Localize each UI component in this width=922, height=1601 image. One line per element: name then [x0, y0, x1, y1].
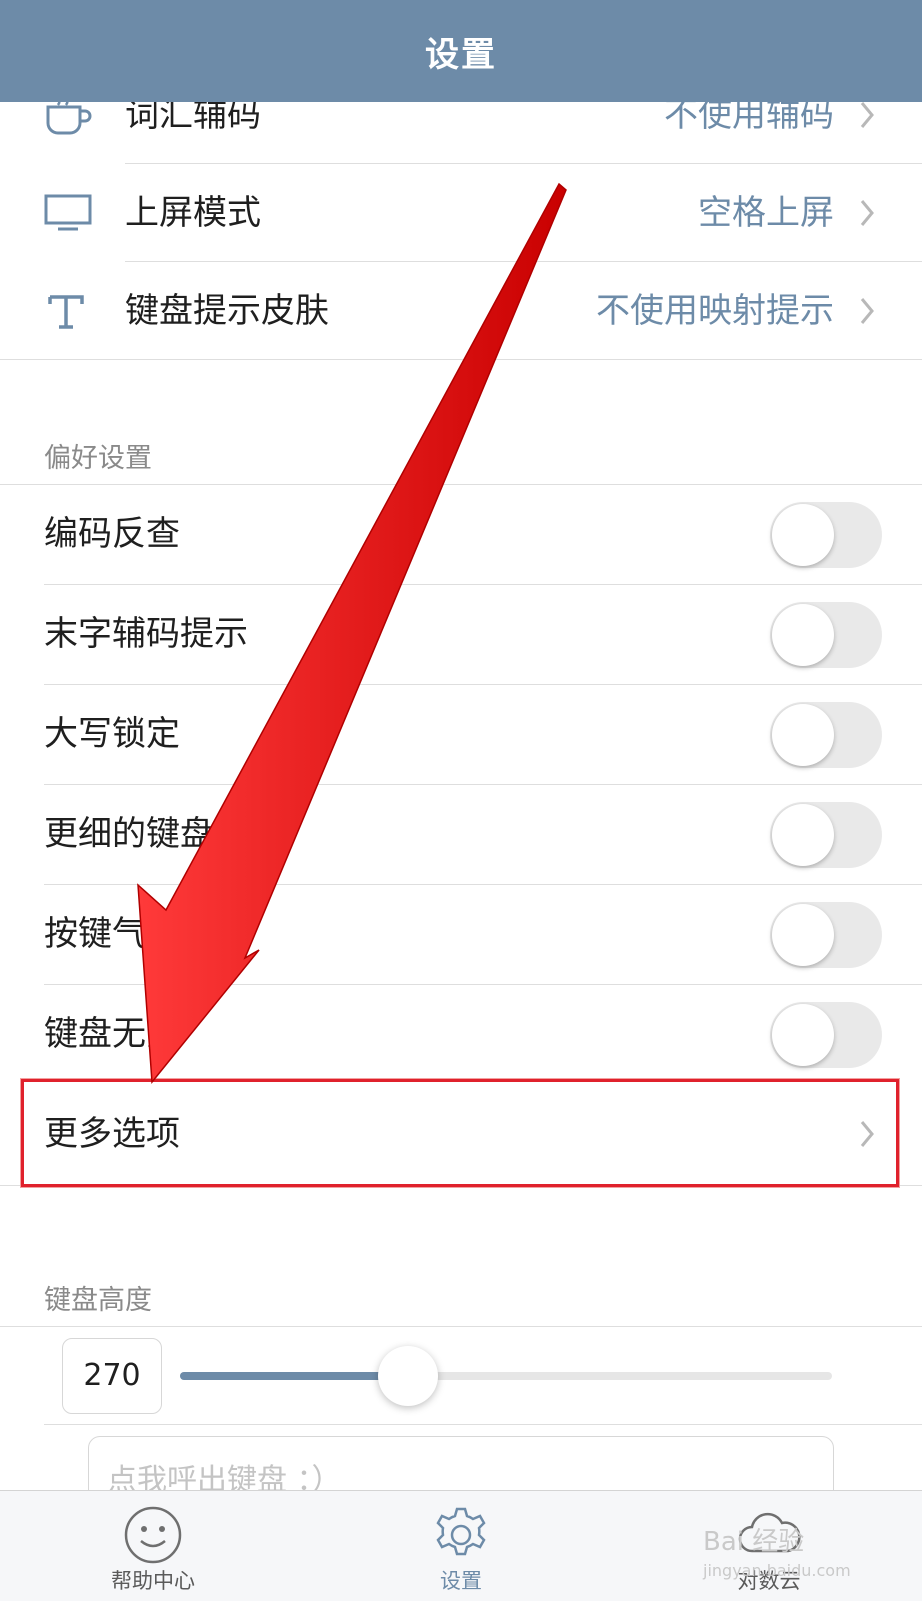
pref-label: 编码反查: [44, 514, 180, 554]
row-label: 键盘提示皮肤: [125, 291, 329, 331]
watermark-logo: Bai 经验 jingyan.baidu.com: [695, 1500, 895, 1590]
settings-row-keyboard-hint-skin[interactable]: 键盘提示皮肤 不使用映射提示: [0, 262, 922, 360]
toggle-switch[interactable]: [770, 602, 882, 668]
pref-row-caps-lock: 大写锁定: [0, 685, 922, 784]
settings-row-commit-mode[interactable]: 上屏模式 空格上屏: [0, 164, 922, 262]
row-value: 空格上屏: [698, 193, 834, 233]
navigation-header: 设置: [0, 0, 922, 102]
tab-help-center[interactable]: 帮助中心: [53, 1491, 253, 1601]
toggle-knob: [772, 704, 834, 766]
tab-label: 设置: [440, 1569, 482, 1593]
pref-label: 大写锁定: [44, 714, 180, 754]
more-options-label: 更多选项: [44, 1114, 180, 1154]
toggle-switch[interactable]: [770, 802, 882, 868]
divider: [0, 1185, 922, 1186]
toggle-knob: [772, 504, 834, 566]
toggle-switch[interactable]: [770, 1002, 882, 1068]
slider-fill: [180, 1372, 409, 1380]
divider: [0, 1326, 922, 1327]
toggle-knob: [772, 804, 834, 866]
pref-row-last-char-hint: 末字辅码提示: [0, 585, 922, 684]
tab-label: 帮助中心: [111, 1569, 195, 1593]
more-options-row[interactable]: 更多选项: [0, 1085, 922, 1183]
page-title: 设置: [425, 34, 497, 75]
pref-row-thin-letters: 更细的键盘字母: [0, 785, 922, 884]
smiley-icon: [123, 1505, 183, 1569]
chevron-right-icon: [852, 1085, 882, 1183]
row-label: 上屏模式: [125, 193, 261, 233]
pref-label: 更细的键盘字母: [44, 814, 282, 854]
toggle-knob: [772, 904, 834, 966]
watermark-subtext: jingyan.baidu.com: [702, 1561, 851, 1580]
section-title-preferences: 偏好设置: [44, 443, 152, 474]
pref-row-code-reverse-lookup: 编码反查: [0, 485, 922, 584]
row-value: 不使用映射提示: [596, 291, 834, 331]
toggle-switch[interactable]: [770, 902, 882, 968]
toggle-switch[interactable]: [770, 702, 882, 768]
toggle-switch[interactable]: [770, 502, 882, 568]
tab-settings[interactable]: 设置: [361, 1491, 561, 1601]
section-title-keyboard-height: 键盘高度: [44, 1285, 152, 1316]
pref-label: 按键气: [44, 914, 146, 954]
watermark-text: Bai 经验: [703, 1527, 804, 1557]
toggle-knob: [772, 604, 834, 666]
chevron-right-icon: [852, 164, 882, 262]
monitor-icon: [44, 164, 92, 262]
pref-label: 键盘无刻: [44, 1014, 180, 1054]
pref-row-blank-keyboard: 键盘无刻: [0, 985, 922, 1084]
pref-label: 末字辅码提示: [44, 614, 248, 654]
text-t-icon: [44, 262, 88, 360]
keyboard-height-field[interactable]: 270: [62, 1338, 162, 1414]
chevron-right-icon: [852, 262, 882, 360]
divider: [0, 359, 922, 360]
slider-thumb[interactable]: [378, 1346, 439, 1406]
toggle-knob: [772, 1004, 834, 1066]
keyboard-height-slider[interactable]: [180, 1346, 832, 1406]
pref-row-key-bubble: 按键气: [0, 885, 922, 984]
divider: [44, 1424, 922, 1425]
gear-icon: [431, 1505, 491, 1569]
